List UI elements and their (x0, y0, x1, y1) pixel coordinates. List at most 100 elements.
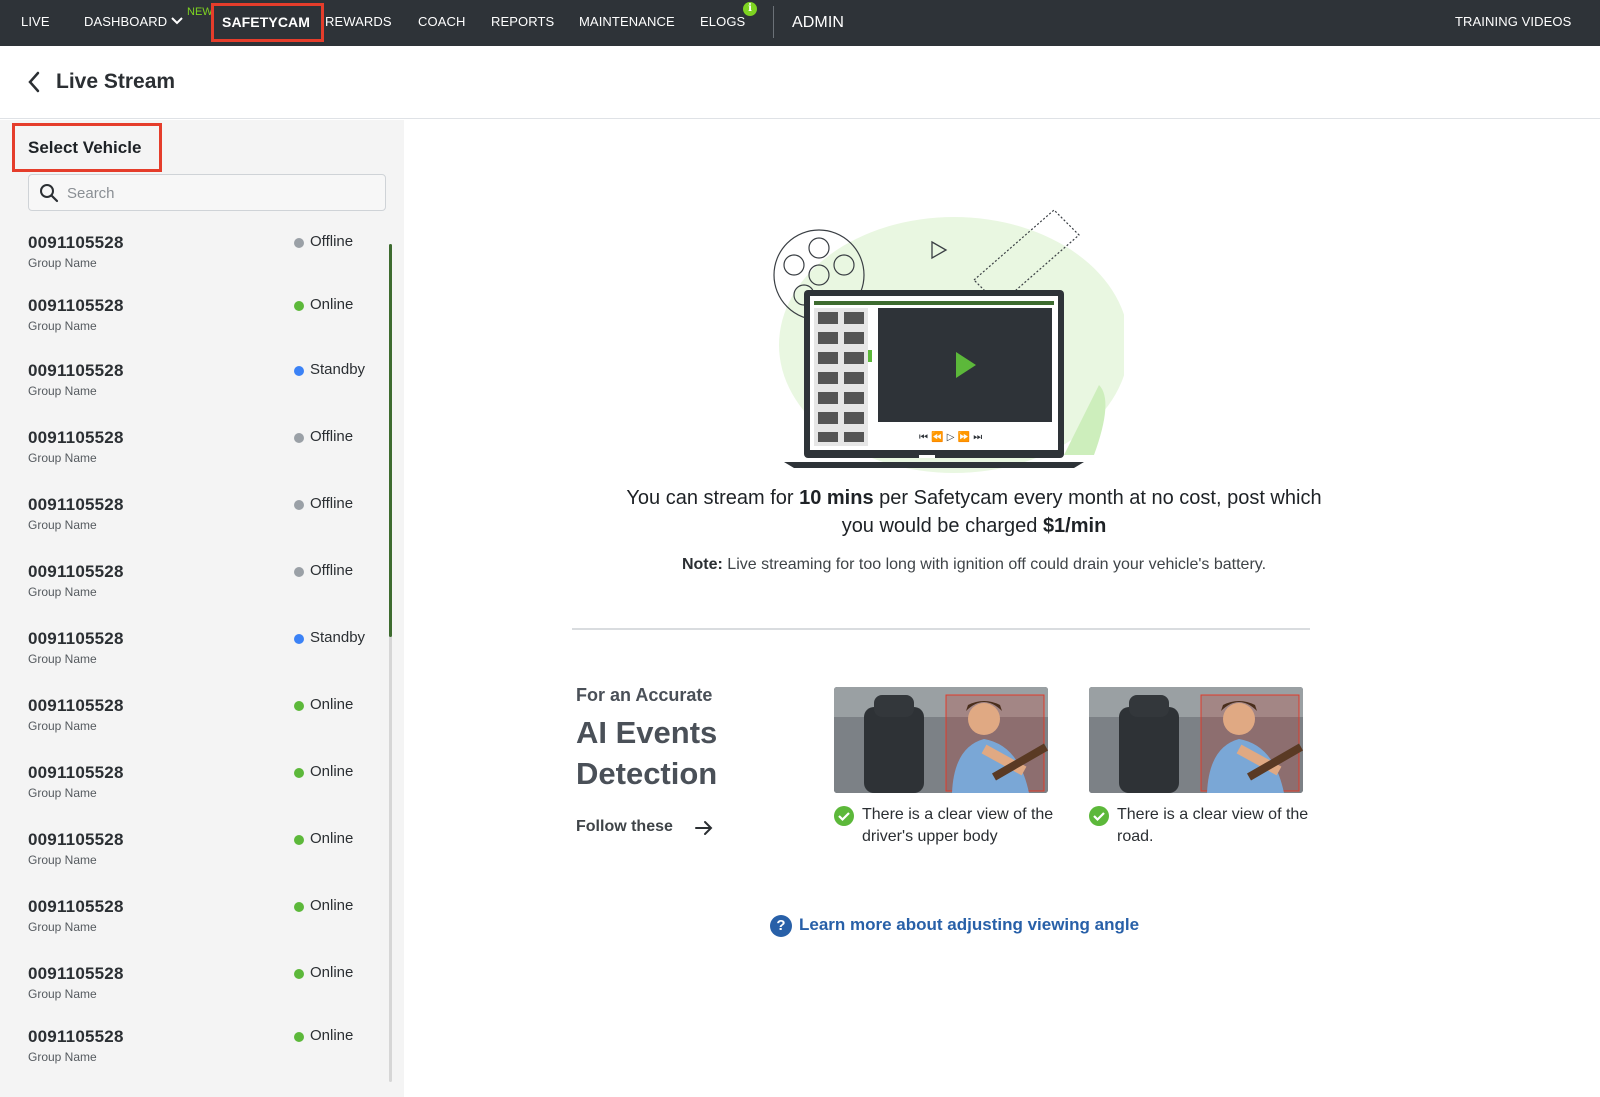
road-view-example-image (1089, 687, 1303, 793)
vehicle-status: Online (310, 1027, 354, 1044)
chevron-down-icon[interactable] (170, 15, 184, 27)
vehicle-status: Online (310, 696, 354, 713)
vehicle-status: Standby (310, 361, 366, 378)
status-dot-icon (294, 969, 304, 979)
vehicle-list-item[interactable]: 0091105528 Group Name Offline (0, 562, 385, 624)
stream-price: $1/min (1042, 515, 1107, 537)
nav-rewards[interactable]: REWARDS (325, 14, 392, 29)
status-dot-icon (294, 301, 304, 311)
vehicle-status: Offline (310, 428, 354, 445)
safetycam-highlight-box (211, 3, 324, 42)
vehicle-list-item[interactable]: 0091105528 Group Name Online (0, 763, 385, 825)
vehicle-list-item[interactable]: 0091105528 Group Name Online (0, 296, 385, 358)
search-box[interactable] (28, 174, 386, 211)
stream-time-limit: 10 mins (799, 487, 874, 509)
vehicle-status: Offline (310, 495, 354, 512)
vehicle-list-item[interactable]: 0091105528 Group Name Online (0, 897, 385, 959)
page-title: Live Stream (56, 70, 176, 93)
check-circle-icon (834, 806, 854, 826)
new-badge: NEW (187, 6, 213, 18)
vehicle-group-name: Group Name (28, 1050, 97, 1064)
note-label: Note: (681, 556, 723, 573)
vehicle-list-item[interactable]: 0091105528 Group Name Online (0, 964, 385, 1026)
vehicle-list-item[interactable]: 0091105528 Group Name Offline (0, 495, 385, 557)
top-navigation-bar: LIVE DASHBOARD NEW SAFETYCAM REWARDS COA… (0, 0, 1600, 46)
status-dot-icon (294, 433, 304, 443)
vehicle-group-name: Group Name (28, 920, 97, 934)
status-dot-icon (294, 701, 304, 711)
info-icon[interactable]: i (743, 2, 757, 16)
tip-road-view: There is a clear view of the road. (1117, 806, 1309, 845)
page-header: Live Stream (0, 46, 1600, 119)
vehicle-status: Online (310, 964, 354, 981)
vehicle-group-name: Group Name (28, 853, 97, 867)
vehicle-list-item[interactable]: 0091105528 Group Name Standby (0, 361, 385, 423)
back-arrow-icon[interactable] (26, 70, 42, 94)
status-dot-icon (294, 366, 304, 376)
vehicle-group-name: Group Name (28, 518, 97, 532)
help-circle-icon[interactable]: ? (770, 915, 792, 937)
vehicle-list-item[interactable]: 0091105528 Group Name Online (0, 830, 385, 892)
ai-events-title: AI Events Detection (576, 715, 718, 791)
vehicle-sidebar: Select Vehicle 0091105528 Group Name Offli… (0, 120, 404, 1097)
vehicle-list-item[interactable]: 0091105528 Group Name Online (0, 696, 385, 758)
vehicle-list-item[interactable]: 0091105528 Group Name Offline (0, 428, 385, 490)
livestream-illustration: ⏮ ⏪ ▷ ⏩ ⏭ (773, 209, 1124, 473)
follow-these-link[interactable]: Follow these (576, 818, 673, 836)
vehicle-id: 0091105528 (28, 562, 124, 581)
nav-coach[interactable]: COACH (418, 14, 465, 29)
nav-maintenance[interactable]: MAINTENANCE (579, 14, 675, 29)
nav-reports[interactable]: REPORTS (491, 14, 554, 29)
vehicle-group-name: Group Name (28, 319, 97, 333)
status-dot-icon (294, 835, 304, 845)
vehicle-list-item[interactable]: 0091105528 Group Name Offline (0, 233, 385, 295)
vehicle-group-name: Group Name (28, 585, 97, 599)
vehicle-id: 0091105528 (28, 830, 124, 849)
check-circle-icon (1089, 806, 1109, 826)
vehicle-group-name: Group Name (28, 786, 97, 800)
nav-dashboard[interactable]: DASHBOARD (84, 14, 167, 29)
vehicle-id: 0091105528 (28, 1027, 124, 1046)
vehicle-id: 0091105528 (28, 233, 124, 252)
vehicle-id: 0091105528 (28, 629, 124, 648)
status-dot-icon (294, 1032, 304, 1042)
vehicle-group-name: Group Name (28, 719, 97, 733)
scrollbar-thumb[interactable] (389, 244, 392, 637)
vehicle-status: Online (310, 763, 354, 780)
nav-divider (773, 6, 774, 38)
vehicle-list-item[interactable]: 0091105528 Group Name Standby (0, 629, 385, 691)
vehicle-id: 0091105528 (28, 296, 124, 315)
vehicle-group-name: Group Name (28, 384, 97, 398)
vehicle-group-name: Group Name (28, 256, 97, 270)
nav-live[interactable]: LIVE (21, 14, 50, 29)
learn-more-link[interactable]: Learn more about adjusting viewing angle (799, 915, 1139, 935)
vehicle-id: 0091105528 (28, 763, 124, 782)
vehicle-status: Offline (310, 562, 354, 579)
status-dot-icon (294, 634, 304, 644)
vehicle-list-item[interactable]: 0091105528 Group Name Online (0, 1027, 385, 1089)
nav-training-videos[interactable]: TRAINING VIDEOS (1455, 14, 1571, 29)
accurate-label: For an Accurate (576, 685, 713, 705)
arrow-right-icon[interactable] (694, 819, 714, 837)
vehicle-status: Standby (310, 629, 366, 646)
vehicle-id: 0091105528 (28, 897, 124, 916)
search-icon (40, 184, 59, 203)
note-text: Live streaming for too long with ignitio… (722, 556, 1267, 573)
nav-elogs[interactable]: ELOGS (700, 14, 745, 29)
vehicle-group-name: Group Name (28, 987, 97, 1001)
vehicle-status: Online (310, 296, 354, 313)
vehicle-status: Offline (310, 233, 354, 250)
main-content: ⏮ ⏪ ▷ ⏩ ⏭ You can stream for 10 mins per… (404, 120, 1600, 1097)
search-input[interactable] (67, 182, 367, 204)
vehicle-group-name: Group Name (28, 451, 97, 465)
vehicle-id: 0091105528 (28, 428, 124, 447)
status-dot-icon (294, 238, 304, 248)
vehicle-id: 0091105528 (28, 696, 124, 715)
svg-text:⏮ ⏪ ▷ ⏩ ⏭: ⏮ ⏪ ▷ ⏩ ⏭ (919, 430, 982, 443)
driver-view-example-image (834, 687, 1048, 793)
nav-admin[interactable]: ADMIN (792, 14, 844, 32)
vehicle-status: Online (310, 830, 354, 847)
status-dot-icon (294, 768, 304, 778)
status-dot-icon (294, 567, 304, 577)
vehicle-id: 0091105528 (28, 361, 124, 380)
